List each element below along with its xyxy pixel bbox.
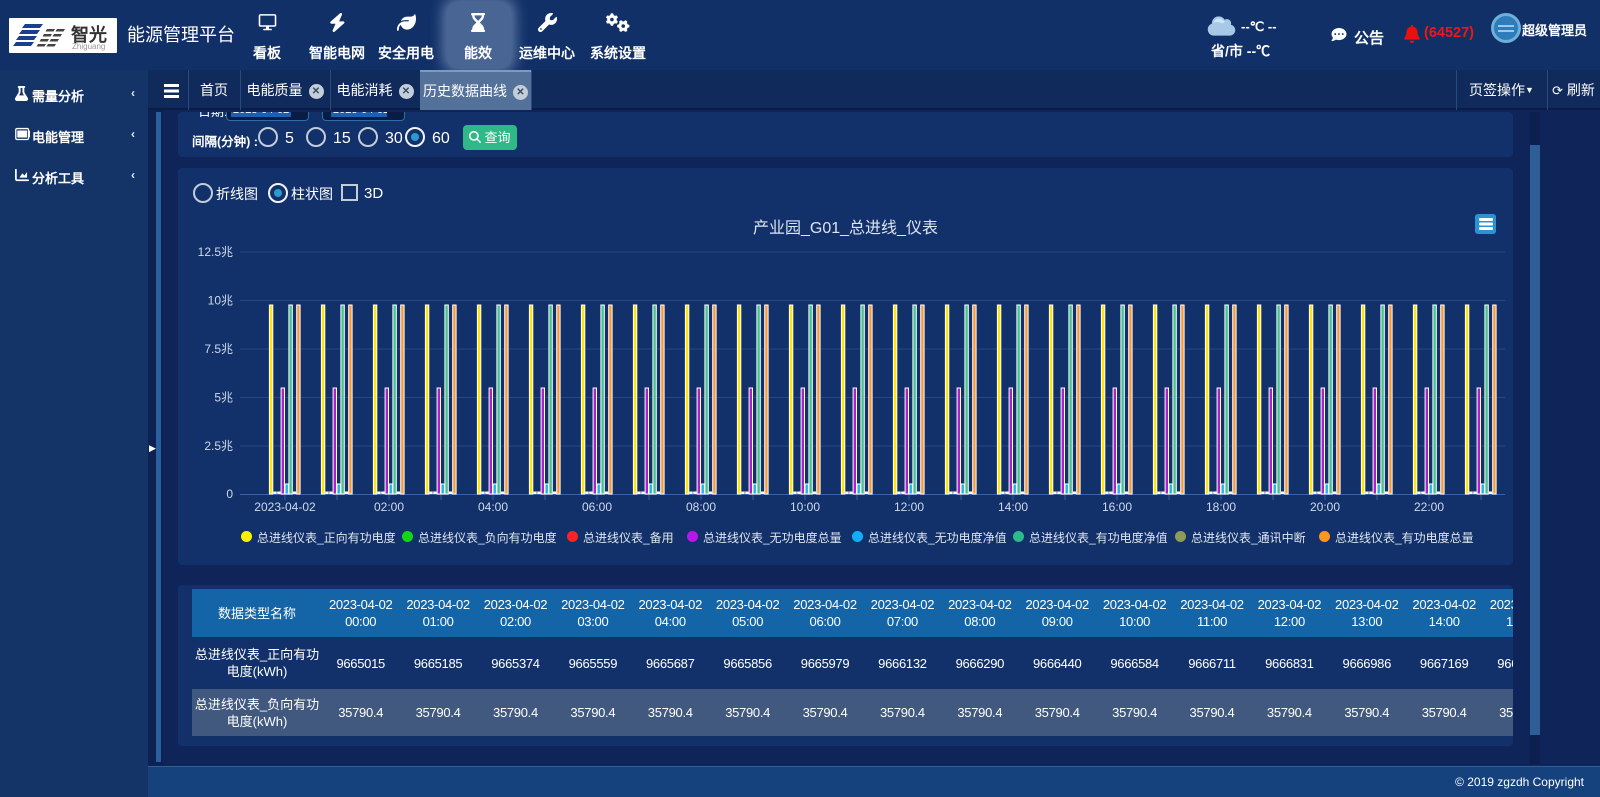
- svg-text:2023-04-02: 2023-04-02: [254, 500, 316, 514]
- svg-text:2.5兆: 2.5兆: [204, 439, 233, 453]
- svg-text:Zhiguang: Zhiguang: [72, 42, 105, 51]
- svg-text:12.5兆: 12.5兆: [198, 245, 233, 259]
- svg-text:22:00: 22:00: [1414, 500, 1444, 514]
- svg-text:5兆: 5兆: [214, 391, 233, 405]
- svg-text:02:00: 02:00: [374, 500, 404, 514]
- svg-text:18:00: 18:00: [1206, 500, 1236, 514]
- svg-text:10兆: 10兆: [208, 294, 233, 308]
- svg-text:12:00: 12:00: [894, 500, 924, 514]
- svg-text:16:00: 16:00: [1102, 500, 1132, 514]
- svg-text:7.5兆: 7.5兆: [204, 342, 233, 356]
- svg-text:20:00: 20:00: [1310, 500, 1340, 514]
- svg-text:08:00: 08:00: [686, 500, 716, 514]
- svg-text:0: 0: [226, 487, 233, 501]
- svg-text:14:00: 14:00: [998, 500, 1028, 514]
- svg-text:10:00: 10:00: [790, 500, 820, 514]
- svg-text:06:00: 06:00: [582, 500, 612, 514]
- svg-text:04:00: 04:00: [478, 500, 508, 514]
